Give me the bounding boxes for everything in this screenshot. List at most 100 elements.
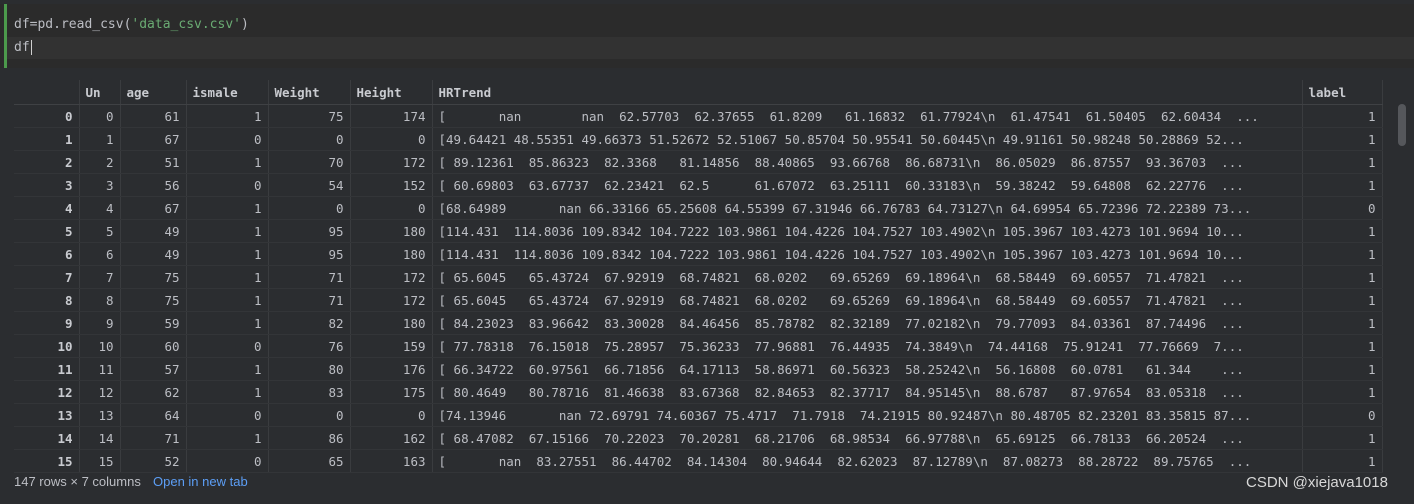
table-cell[interactable]: 152 <box>350 173 433 197</box>
table-cell[interactable]: 172 <box>350 265 433 289</box>
table-cell[interactable]: 0 <box>186 334 269 358</box>
table-cell[interactable]: 1 <box>186 288 269 312</box>
table-cell[interactable]: 0 <box>186 127 269 151</box>
table-row[interactable]: 12 12 62 1 83 175[ 80.4649 80.78716 81.46638 … <box>14 380 1383 404</box>
table-row[interactable]: 10 10 60 0 76 159[ 77.78318 76.15018 75.28957… <box>14 334 1383 358</box>
table-row[interactable]: 9 9 59 1 82 180[ 84.23023 83.96642 83.30028 8… <box>14 311 1383 335</box>
table-cell[interactable]: 1 <box>186 104 269 128</box>
table-cell[interactable]: 83 <box>268 380 351 404</box>
table-cell[interactable]: 52 <box>120 449 187 473</box>
table-cell[interactable]: 75 <box>120 288 187 312</box>
table-cell[interactable]: 65 <box>268 449 351 473</box>
table-cell[interactable]: 180 <box>350 311 433 335</box>
table-cell[interactable]: 1 <box>186 311 269 335</box>
column-header[interactable]: ismale <box>186 80 269 105</box>
vertical-scrollbar[interactable] <box>1398 104 1406 146</box>
table-cell[interactable]: 1 <box>1302 311 1383 335</box>
table-cell[interactable]: 0 <box>79 104 121 128</box>
table-cell[interactable]: 75 <box>268 104 351 128</box>
row-index-cell[interactable]: 0 <box>14 104 80 128</box>
code-line-1[interactable]: df=pd.read_csv('data_csv.csv') <box>14 14 249 36</box>
table-cell[interactable]: 15 <box>79 449 121 473</box>
table-cell[interactable]: 180 <box>350 242 433 266</box>
table-cell[interactable]: 1 <box>186 219 269 243</box>
table-cell[interactable]: 61 <box>120 104 187 128</box>
table-cell[interactable]: 176 <box>350 357 433 381</box>
table-cell[interactable]: 75 <box>120 265 187 289</box>
table-cell[interactable]: 95 <box>268 242 351 266</box>
table-cell[interactable]: 162 <box>350 426 433 450</box>
table-cell[interactable]: 71 <box>268 265 351 289</box>
table-cell[interactable]: 0 <box>186 449 269 473</box>
table-cell[interactable]: 67 <box>120 127 187 151</box>
table-cell[interactable]: 1 <box>1302 173 1383 197</box>
table-cell[interactable]: 62 <box>120 380 187 404</box>
row-index-cell[interactable]: 4 <box>14 196 80 220</box>
table-cell[interactable]: [ 65.6045 65.43724 67.92919 68.74821 68.… <box>432 265 1303 289</box>
table-cell[interactable]: 1 <box>186 380 269 404</box>
table-cell[interactable]: 1 <box>1302 380 1383 404</box>
column-header[interactable]: age <box>120 80 187 105</box>
table-cell[interactable]: 0 <box>186 173 269 197</box>
row-index-cell[interactable]: 10 <box>14 334 80 358</box>
table-cell[interactable]: [ 65.6045 65.43724 67.92919 68.74821 68.… <box>432 288 1303 312</box>
table-cell[interactable]: 82 <box>268 311 351 335</box>
table-cell[interactable]: 1 <box>1302 242 1383 266</box>
table-cell[interactable]: 86 <box>268 426 351 450</box>
table-cell[interactable]: 174 <box>350 104 433 128</box>
table-cell[interactable]: 13 <box>79 403 121 427</box>
table-cell[interactable]: 5 <box>79 219 121 243</box>
table-row[interactable]: 0 0 61 1 75 174[ nan nan 62.57703 62.37655 61… <box>14 104 1383 128</box>
table-cell[interactable]: 1 <box>1302 265 1383 289</box>
table-cell[interactable]: 3 <box>79 173 121 197</box>
table-cell[interactable]: 10 <box>79 334 121 358</box>
table-cell[interactable]: 49 <box>120 242 187 266</box>
table-cell[interactable]: [49.64421 48.55351 49.66373 51.52672 52.… <box>432 127 1303 151</box>
table-cell[interactable]: 64 <box>120 403 187 427</box>
row-index-cell[interactable]: 7 <box>14 265 80 289</box>
table-cell[interactable]: 54 <box>268 173 351 197</box>
table-cell[interactable]: 67 <box>120 196 187 220</box>
table-cell[interactable]: 0 <box>1302 403 1383 427</box>
column-header[interactable]: Height <box>350 80 433 105</box>
table-cell[interactable]: [114.431 114.8036 109.8342 104.7222 103.… <box>432 242 1303 266</box>
table-row[interactable]: 15 15 52 0 65 163[ nan 83.27551 86.44702 84.1… <box>14 449 1383 473</box>
table-cell[interactable]: 1 <box>79 127 121 151</box>
table-cell[interactable]: [ 66.34722 60.97561 66.71856 64.17113 58… <box>432 357 1303 381</box>
row-index-cell[interactable]: 5 <box>14 219 80 243</box>
table-cell[interactable]: [74.13946 nan 72.69791 74.60367 75.4717 … <box>432 403 1303 427</box>
row-index-cell[interactable]: 13 <box>14 403 80 427</box>
table-cell[interactable]: 80 <box>268 357 351 381</box>
table-cell[interactable]: 1 <box>1302 334 1383 358</box>
table-cell[interactable]: 14 <box>79 426 121 450</box>
table-row[interactable]: 1 1 67 0 0 0 [49.64421 48.55351 49.66373 51.52… <box>14 127 1383 151</box>
table-cell[interactable]: 59 <box>120 311 187 335</box>
table-cell[interactable]: 1 <box>1302 127 1383 151</box>
table-cell[interactable]: 0 <box>186 403 269 427</box>
table-row[interactable]: 11 11 57 1 80 176[ 66.34722 60.97561 66.71856… <box>14 357 1383 381</box>
table-cell[interactable]: 70 <box>268 150 351 174</box>
table-cell[interactable]: 0 <box>268 127 351 151</box>
table-cell[interactable]: 1 <box>1302 219 1383 243</box>
table-cell[interactable]: 7 <box>79 265 121 289</box>
table-row[interactable]: 6 6 49 1 95 180 [114.431 114.8036 109.8342 104… <box>14 242 1383 266</box>
table-cell[interactable]: 76 <box>268 334 351 358</box>
table-cell[interactable]: 172 <box>350 288 433 312</box>
table-cell[interactable]: 1 <box>1302 288 1383 312</box>
table-cell[interactable]: 159 <box>350 334 433 358</box>
table-cell[interactable]: 12 <box>79 380 121 404</box>
code-cell[interactable]: df=pd.read_csv('data_csv.csv') df <box>0 4 1414 68</box>
table-cell[interactable]: 175 <box>350 380 433 404</box>
column-header[interactable]: label <box>1302 80 1383 105</box>
row-index-cell[interactable]: 15 <box>14 449 80 473</box>
table-row[interactable]: 3 3 56 0 54 152[ 60.69803 63.67737 62.23421 6… <box>14 173 1383 197</box>
table-cell[interactable]: 11 <box>79 357 121 381</box>
table-cell[interactable]: 51 <box>120 150 187 174</box>
table-row[interactable]: 4 4 67 1 0 0 [68.64989 nan 66.33166 65.25608 6… <box>14 196 1383 220</box>
table-cell[interactable]: 1 <box>186 196 269 220</box>
table-cell[interactable]: [ nan nan 62.57703 62.37655 61.8209 61.1… <box>432 104 1303 128</box>
table-cell[interactable]: 71 <box>120 426 187 450</box>
table-cell[interactable]: 1 <box>1302 357 1383 381</box>
column-header[interactable]: Weight <box>268 80 351 105</box>
row-index-cell[interactable]: 12 <box>14 380 80 404</box>
